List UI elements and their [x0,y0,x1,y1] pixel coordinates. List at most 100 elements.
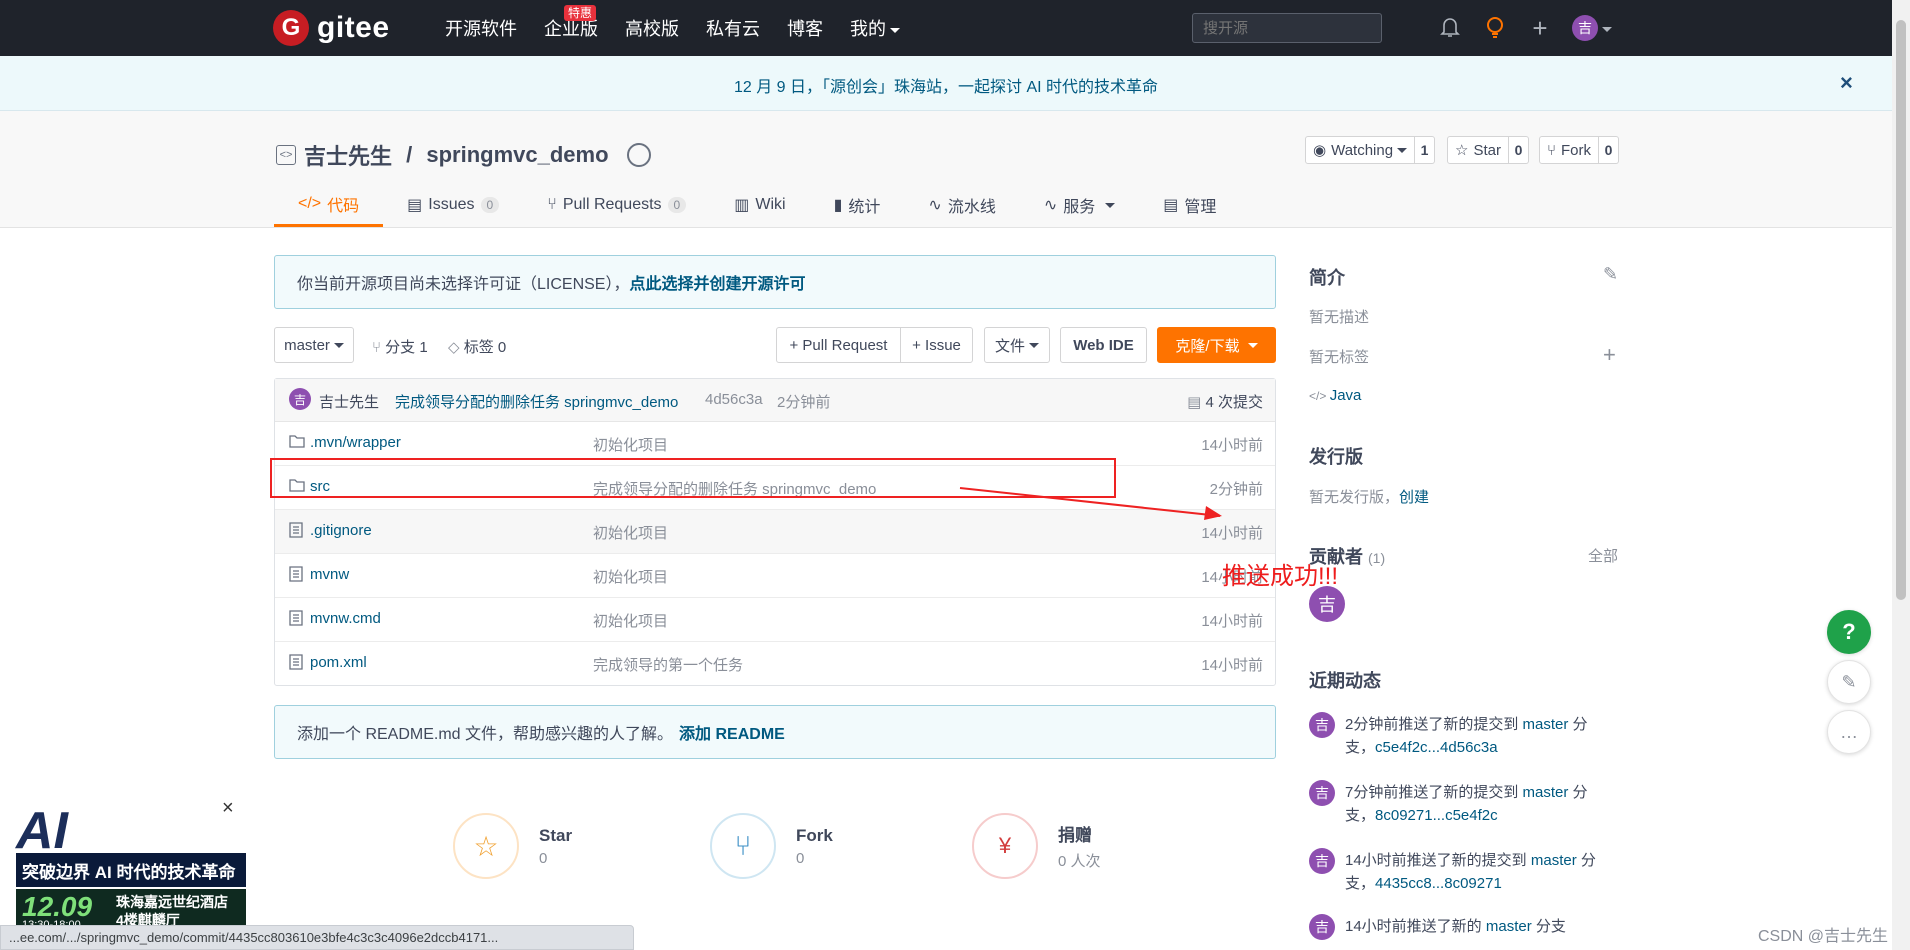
tag-icon: ◇ [448,339,464,356]
bell-icon[interactable] [1438,16,1462,40]
page-scrollbar[interactable] [1892,0,1910,950]
file-row[interactable]: mvnw.cmd 初始化项目 14小时前 [275,598,1275,642]
all-contributors-link[interactable]: 全部 [1588,545,1618,566]
tab-stats[interactable]: ▮ 统计 [810,183,905,227]
tab-services[interactable]: ∿ 服务 [1020,183,1139,227]
stat-star[interactable]: ☆ Star 0 [453,813,572,879]
watch-button[interactable]: ◉ Watching [1305,136,1416,164]
file-commit-message[interactable]: 初始化项目 [593,610,668,631]
file-commit-message[interactable]: 初始化项目 [593,566,668,587]
commit-hash[interactable]: 4d56c3a [705,391,763,408]
readme-text: 添加一个 README.md 文件，帮助感兴趣的人了解。 [297,726,674,743]
star-count[interactable]: 0 [1508,136,1529,164]
activity-item: 吉 2分钟前推送了新的提交到 master 分支，c5e4f2c...4d56c… [1309,712,1629,762]
star-button[interactable]: ☆ Star [1447,136,1509,164]
file-menu-button[interactable]: 文件 [984,327,1050,363]
branch-link[interactable]: master [1486,918,1532,935]
nav-link-mine[interactable]: 我的 [850,15,900,41]
help-button[interactable]: ? [1827,610,1871,654]
file-name[interactable]: mvnw [310,566,349,583]
commit-message[interactable]: 完成领导分配的删除任务 springmvc_demo [395,391,678,412]
new-pull-request-button[interactable]: + Pull Request [776,327,901,363]
tab-pull-requests[interactable]: ⑂ Pull Requests 0 [523,183,710,227]
file-name[interactable]: mvnw.cmd [310,610,381,627]
edit-icon[interactable]: ✎ [1603,264,1618,285]
activity-avatar[interactable]: 吉 [1309,780,1335,806]
code-icon: </> [1309,389,1330,403]
ad-close-icon[interactable]: × [222,797,234,820]
repo-name[interactable]: springmvc_demo [426,142,608,168]
plus-icon[interactable]: + [1528,15,1552,41]
activity-avatar[interactable]: 吉 [1309,914,1335,940]
add-readme-link[interactable]: 添加 README [679,720,785,744]
file-time: 14小时前 [1201,437,1263,454]
commit-range-link[interactable]: 4435cc8...8c09271 [1375,875,1502,892]
branch-link[interactable]: master [1523,784,1569,801]
branches-link[interactable]: ⑂ 分支 1 [372,336,428,357]
file-commit-message[interactable]: 初始化项目 [593,522,668,543]
tab-manage[interactable]: ▤ 管理 [1139,183,1240,227]
tab-code[interactable]: </> 代码 [274,183,384,227]
commit-avatar[interactable]: 吉 [289,388,311,410]
file-time: 14小时前 [1201,613,1263,630]
new-issue-button[interactable]: + Issue [900,327,973,363]
chevron-down-icon [333,342,344,348]
repo-owner[interactable]: 吉士先生 [304,139,392,171]
create-release-link[interactable]: 创建 [1399,489,1429,506]
add-tag-icon[interactable]: + [1603,342,1616,368]
commit-range-link[interactable]: c5e4f2c...4d56c3a [1375,739,1498,756]
web-ide-button[interactable]: Web IDE [1060,327,1147,363]
file-row[interactable]: pom.xml 完成领导的第一个任务 14小时前 [275,642,1275,685]
stat-donate[interactable]: ¥ 捐赠 0 人次 [972,813,1101,879]
branch-select[interactable]: master [274,327,354,363]
license-link[interactable]: 点此选择并创建开源许可 [629,270,805,294]
fork-button[interactable]: ⑂ Fork [1539,136,1600,164]
chat-icon[interactable]: … [1827,710,1871,754]
file-commit-message[interactable]: 完成领导的第一个任务 [593,654,743,675]
chevron-down-icon [1397,147,1408,153]
file-name[interactable]: pom.xml [310,654,367,671]
commit-count[interactable]: ▤ 4 次提交 [1187,391,1263,412]
gitee-logo[interactable]: G gitee [273,10,390,46]
activity-avatar[interactable]: 吉 [1309,848,1335,874]
close-icon[interactable]: × [1840,70,1853,96]
tab-pipeline[interactable]: ∿ 流水线 [904,183,1019,227]
nav-link-education[interactable]: 高校版 [625,15,679,41]
watch-count[interactable]: 1 [1415,136,1436,164]
star-icon: ☆ [1455,142,1469,159]
file-name[interactable]: .gitignore [310,522,372,539]
feedback-edit-icon[interactable]: ✎ [1827,660,1871,704]
gitee-logo-icon: G [273,10,309,46]
ai-event-ad[interactable]: AI × 突破边界 AI 时代的技术革命 12.09 珠海嘉远世纪酒店 4楼麒麟… [10,797,246,937]
nav-link-enterprise[interactable]: 企业版 特惠 [544,5,598,41]
nav-link-blog[interactable]: 博客 [787,15,823,41]
file-row[interactable]: mvnw 初始化项目 14小时前 [275,554,1275,598]
stat-fork[interactable]: ⑂ Fork 0 [710,813,833,879]
watch-group: ◉ Watching 1 [1305,136,1436,164]
repo-toolbar: master ⑂ 分支 1 ◇ 标签 0 + Pull Request + Is… [274,327,1276,363]
nav-link-open-source[interactable]: 开源软件 [445,15,517,41]
search-input[interactable] [1192,13,1382,43]
tags-link[interactable]: ◇ 标签 0 [448,336,506,357]
language-tag[interactable]: </> Java [1309,387,1361,404]
activity-avatar[interactable]: 吉 [1309,712,1335,738]
user-menu[interactable]: 吉 [1572,15,1612,41]
fork-count[interactable]: 0 [1599,136,1620,164]
branch-link[interactable]: master [1523,716,1569,733]
commit-author[interactable]: 吉士先生 [319,391,379,412]
contributor-avatar[interactable]: 吉 [1309,586,1345,622]
recommend-badge-icon[interactable] [626,143,651,167]
tab-issues[interactable]: ▤ Issues 0 [383,183,523,227]
tab-wiki[interactable]: ▥ Wiki [710,183,809,227]
banner-text[interactable]: 12 月 9 日，「源创会」珠海站，一起探讨 AI 时代的技术革命 [0,73,1892,97]
stat-star-label: Star [539,825,573,845]
ad-headline: 突破边界 AI 时代的技术革命 [16,853,246,887]
lightbulb-icon[interactable] [1483,16,1507,40]
scrollbar-thumb[interactable] [1896,20,1906,600]
clone-download-button[interactable]: 克隆/下载 [1157,327,1276,363]
commit-range-link[interactable]: 8c09271...c5e4f2c [1375,807,1498,824]
file-commit-message[interactable]: 初始化项目 [593,434,668,455]
file-name[interactable]: .mvn/wrapper [310,434,401,451]
nav-link-private-cloud[interactable]: 私有云 [706,15,760,41]
branch-link[interactable]: master [1531,852,1577,869]
